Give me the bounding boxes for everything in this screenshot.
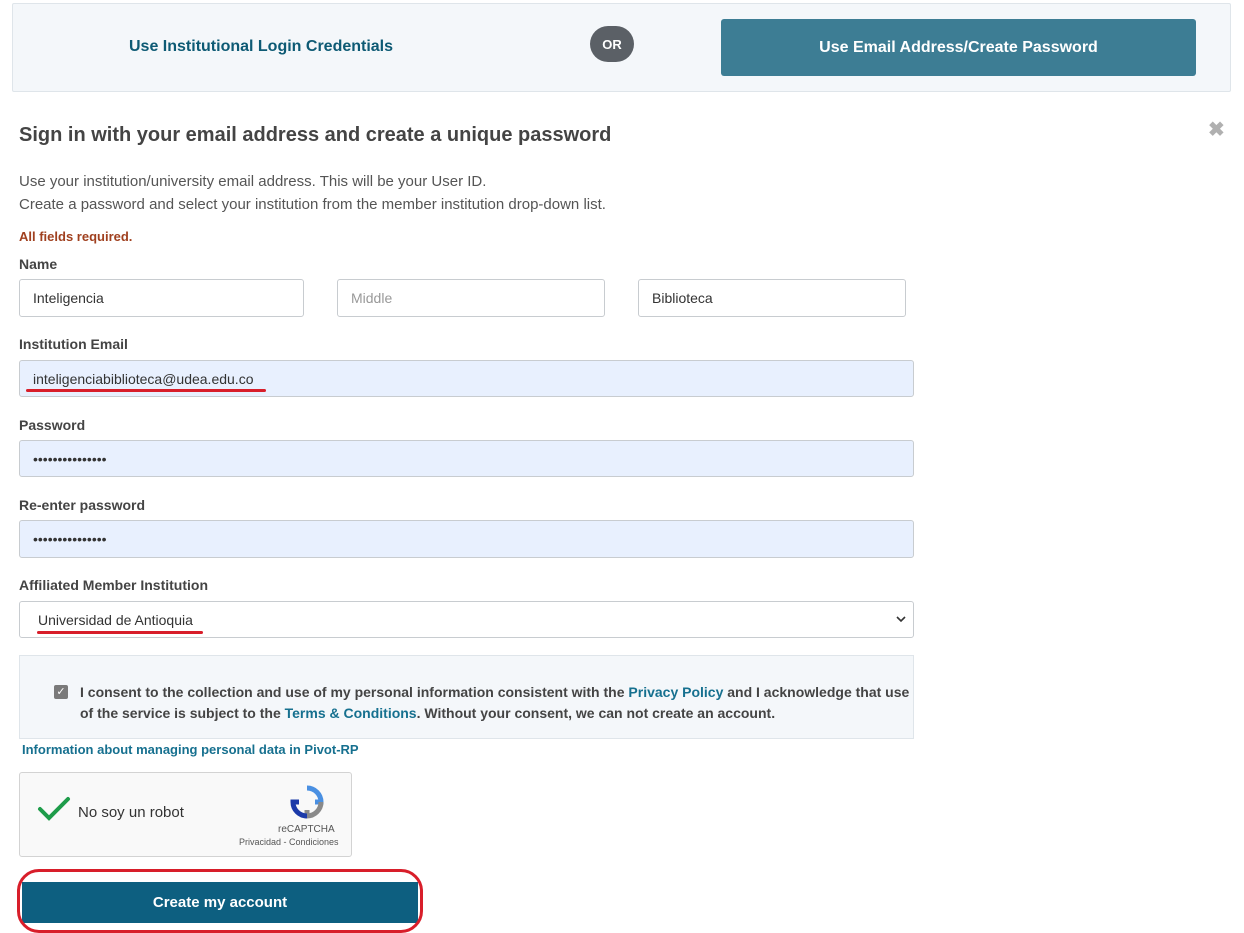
required-note: All fields required. xyxy=(19,229,133,244)
consent-text-part-1: I consent to the collection and use of m… xyxy=(80,684,629,700)
intro-line-1: Use your institution/university email ad… xyxy=(19,173,487,190)
consent-text-part-3: . Without your consent, we can not creat… xyxy=(416,705,776,721)
last-name-field[interactable]: Biblioteca xyxy=(638,279,906,317)
recaptcha-brand: reCAPTCHA xyxy=(278,824,335,835)
personal-data-info-link[interactable]: Information about managing personal data… xyxy=(22,742,359,757)
close-icon[interactable]: ✖ xyxy=(1208,117,1225,142)
institution-selected-value: Universidad de Antioquia xyxy=(38,611,193,628)
first-name-field[interactable]: Inteligencia xyxy=(19,279,304,317)
institution-label: Affiliated Member Institution xyxy=(19,577,208,593)
terms-conditions-link[interactable]: Terms & Conditions xyxy=(285,705,417,721)
email-label: Institution Email xyxy=(19,336,128,352)
name-label: Name xyxy=(19,256,58,272)
annotation-underline-institution xyxy=(37,631,203,634)
tab-email-login[interactable]: Use Email Address/Create Password xyxy=(721,19,1196,76)
password-label: Password xyxy=(19,417,86,433)
privacy-policy-link[interactable]: Privacy Policy xyxy=(628,684,723,700)
chevron-down-icon xyxy=(896,612,906,626)
consent-checkbox[interactable]: ✓ xyxy=(54,685,68,699)
middle-name-field[interactable]: Middle xyxy=(337,279,605,317)
intro-line-2: Create a password and select your instit… xyxy=(19,196,606,213)
tab-institutional-login[interactable]: Use Institutional Login Credentials xyxy=(129,38,393,56)
password-field[interactable]: ••••••••••••••• xyxy=(19,440,914,477)
reenter-password-label: Re-enter password xyxy=(19,497,146,513)
page-title: Sign in with your email address and crea… xyxy=(19,124,612,146)
recaptcha-footer-links[interactable]: Privacidad - Condiciones xyxy=(239,837,339,847)
checkmark-icon[interactable] xyxy=(37,796,71,827)
or-badge: OR xyxy=(590,26,634,62)
recaptcha-label: No soy un robot xyxy=(78,804,184,821)
annotation-underline-email xyxy=(26,389,266,392)
reenter-password-field[interactable]: ••••••••••••••• xyxy=(19,520,914,558)
annotation-circle-submit xyxy=(17,869,423,933)
recaptcha-logo-icon xyxy=(289,784,325,825)
consent-text: I consent to the collection and use of m… xyxy=(80,682,910,724)
